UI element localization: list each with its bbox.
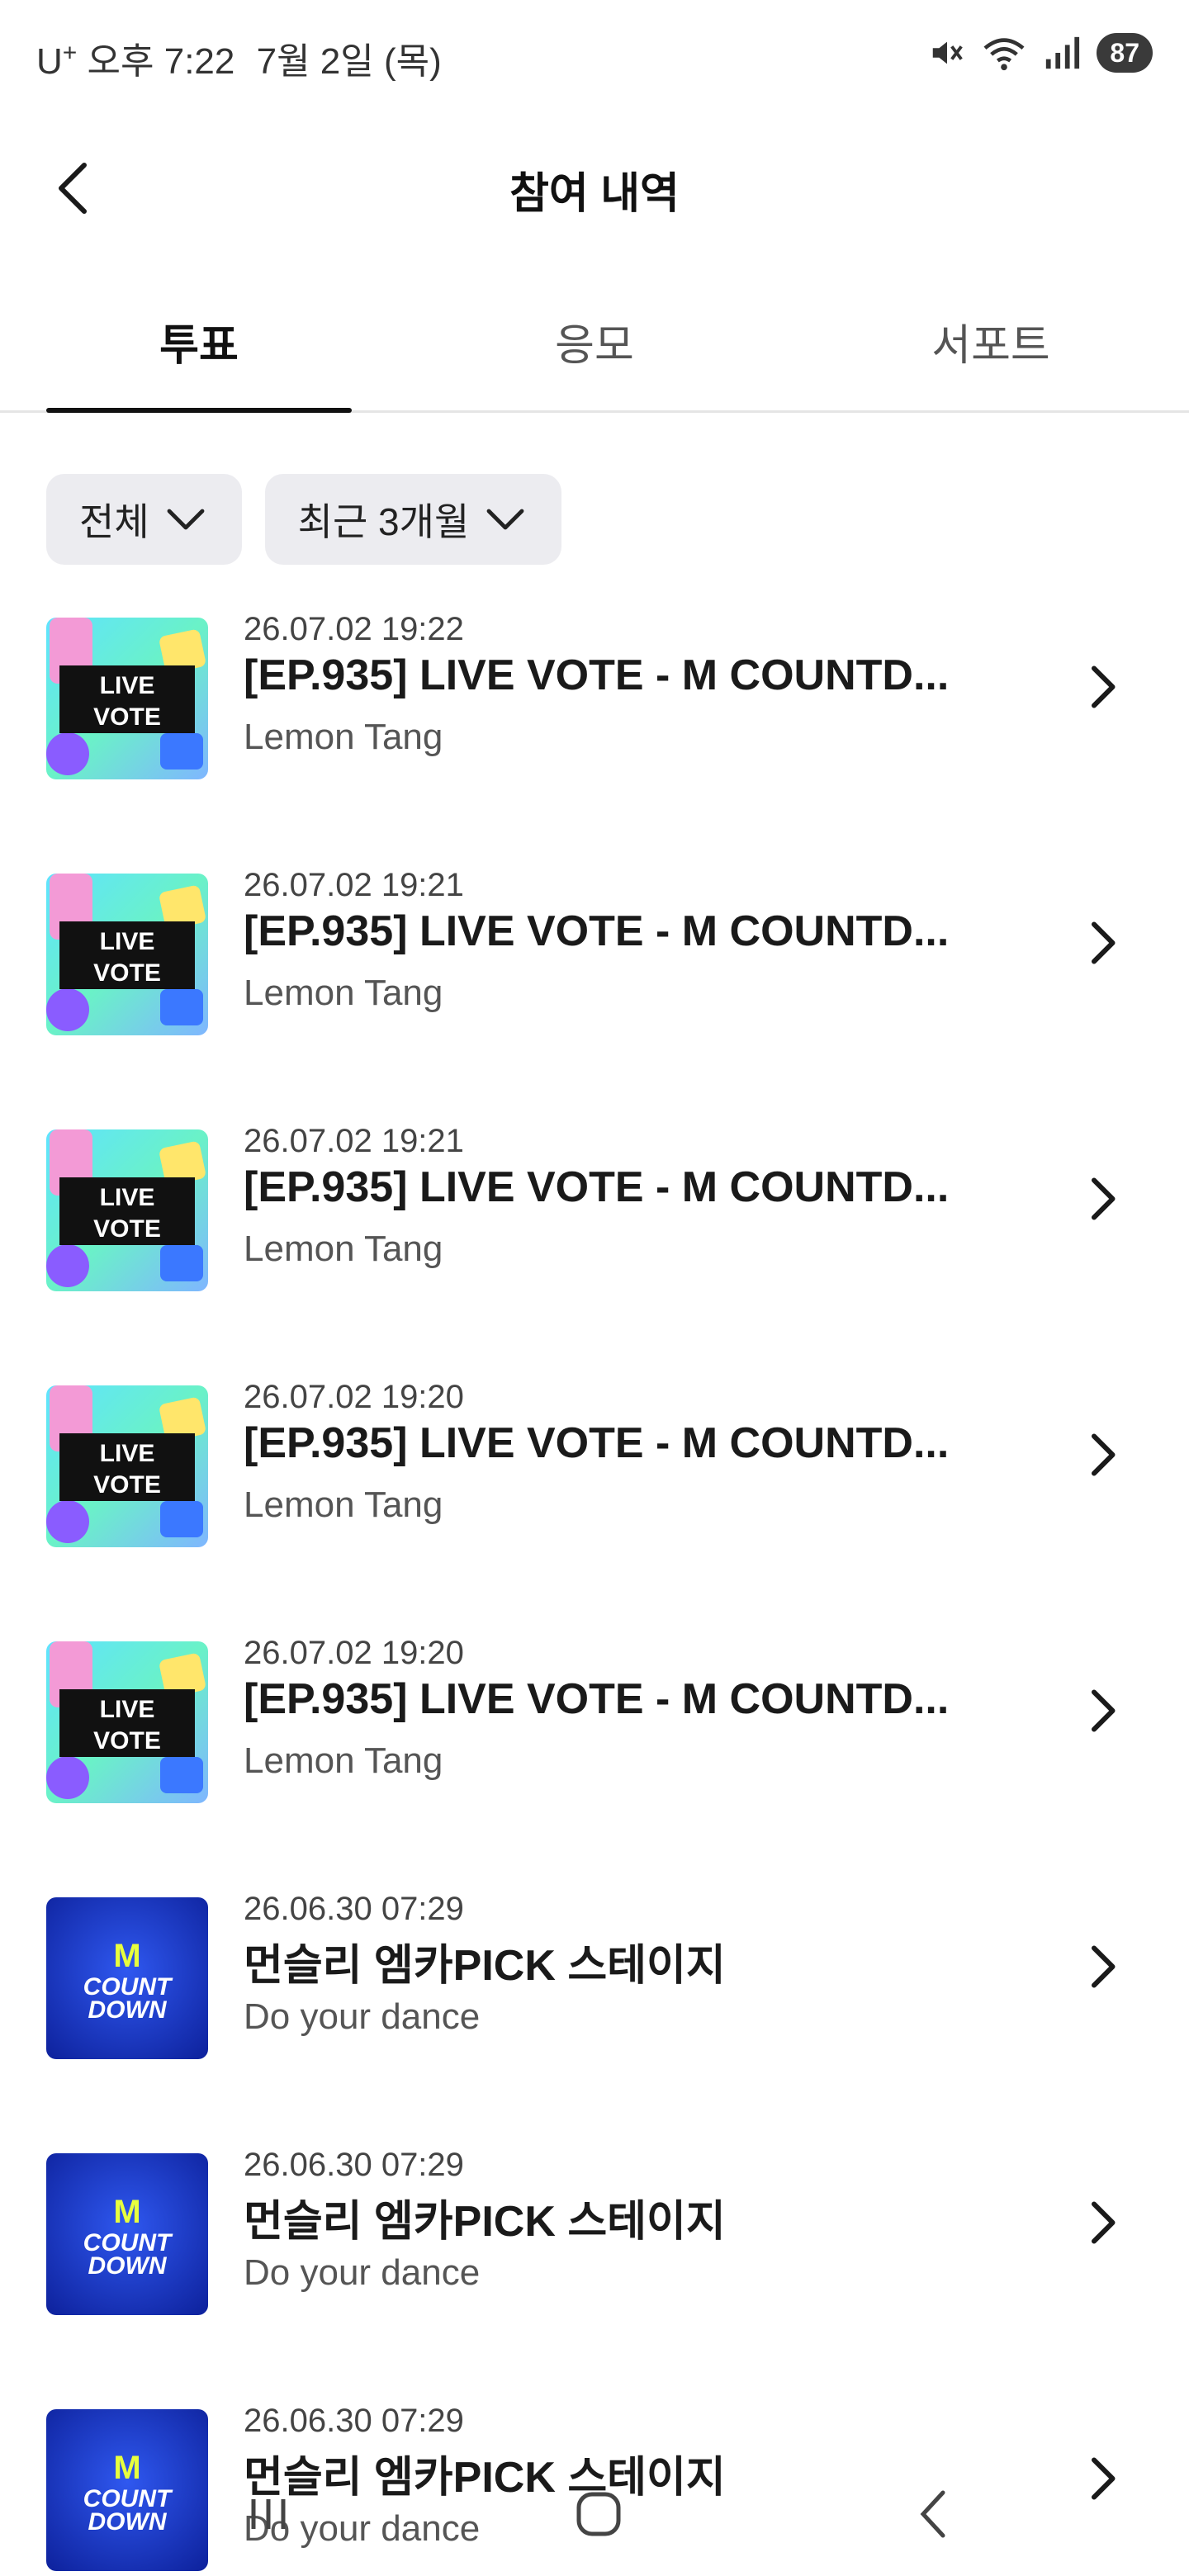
live-vote-thumbnail: LIVE VOTE [46,1385,208,1547]
list-item[interactable]: LIVE VOTE 26.07.02 19:22 [EP.935] LIVE VO… [0,611,1189,801]
item-date: 26.06.30 07:29 [244,1891,464,1927]
thumbnail-text: M [113,1938,140,1974]
thumbnail-text: LIVE [100,1184,155,1211]
filter-bar: 전체 최근 3개월 [46,474,562,565]
wifi-icon [983,38,1025,71]
thumbnail-text: LIVE [100,1696,155,1723]
item-title: [EP.935] LIVE VOTE - M COUNTD... [244,1419,950,1467]
item-subtitle: Do your dance [244,2252,481,2293]
item-subtitle: Lemon Tang [244,1485,443,1525]
filter-type-dropdown[interactable]: 전체 [46,474,242,565]
list-item[interactable]: LIVE VOTE 26.07.02 19:20 [EP.935] LIVE VO… [0,1379,1189,1569]
filter-period-label: 최근 3개월 [297,500,470,543]
chevron-right-icon[interactable] [1082,1686,1123,1735]
item-title: [EP.935] LIVE VOTE - M COUNTD... [244,907,950,955]
chevron-right-icon[interactable] [1082,2198,1123,2247]
chevron-down-icon [486,509,524,530]
chevron-down-icon [167,509,205,530]
item-title: 먼슬리 엠카PICK 스테이지 [244,2198,726,2246]
list-item[interactable]: LIVE VOTE 26.07.02 19:20 [EP.935] LIVE VO… [0,1635,1189,1825]
m-countdown-thumbnail: M COUNT DOWN [46,2153,208,2315]
filter-period-dropdown[interactable]: 최근 3개월 [264,474,562,565]
recent-apps-button[interactable] [231,2477,306,2551]
item-date: 26.07.02 19:21 [244,867,464,903]
recent-apps-icon [251,2499,286,2529]
chevron-right-icon[interactable] [1082,1174,1123,1224]
home-icon [576,2492,621,2536]
nav-back-icon [920,2490,945,2538]
item-subtitle: Lemon Tang [244,973,443,1013]
m-countdown-thumbnail: M COUNT DOWN [46,1897,208,2059]
list-item[interactable]: LIVE VOTE 26.07.02 19:21 [EP.935] LIVE VO… [0,1123,1189,1313]
item-title: 먼슬리 엠카PICK 스테이지 [244,1942,726,1990]
list-item[interactable]: M COUNT DOWN 26.06.30 07:29 먼슬리 엠카PICK 스테… [0,2147,1189,2337]
thumbnail-text: LIVE [100,1440,155,1467]
item-title: [EP.935] LIVE VOTE - M COUNTD... [244,1163,950,1211]
chevron-right-icon[interactable] [1082,918,1123,968]
live-vote-thumbnail: LIVE VOTE [46,1641,208,1803]
thumbnail-text: M [113,2194,140,2230]
thumbnail-text: DOWN [88,2252,168,2280]
item-subtitle: Do your dance [244,1996,481,2037]
status-date: 7월 2일 (목) [256,41,442,82]
chevron-right-icon[interactable] [1082,1942,1123,1991]
mute-icon [933,41,964,64]
status-time: 오후 7:22 [87,41,235,82]
item-date: 26.06.30 07:29 [244,2403,464,2439]
tab-indicator [46,408,352,413]
item-date: 26.07.02 19:21 [244,1123,464,1159]
tab-bar: 투표 응모 서포트 [0,281,1189,413]
tab-entry[interactable]: 응모 [442,310,747,372]
item-subtitle: Lemon Tang [244,1229,443,1269]
live-vote-thumbnail: LIVE VOTE [46,618,208,779]
thumbnail-text: VOTE [93,959,161,987]
thumbnail-text: DOWN [88,1996,168,2024]
signal-icon [1046,36,1080,69]
header: 참여 내역 [0,132,1189,239]
filter-type-label: 전체 [79,500,149,543]
thumbnail-text: LIVE [100,672,155,699]
thumbnail-text: VOTE [93,1215,161,1243]
list-item[interactable]: LIVE VOTE 26.07.02 19:21 [EP.935] LIVE VO… [0,867,1189,1057]
item-date: 26.07.02 19:20 [244,1635,464,1671]
item-title: [EP.935] LIVE VOTE - M COUNTD... [244,651,950,699]
home-button[interactable] [561,2477,636,2551]
thumbnail-text: VOTE [93,703,161,731]
status-left: U+ 오후 7:22 7월 2일 (목) [36,31,442,84]
thumbnail-text: VOTE [93,1727,161,1754]
status-bar: U+ 오후 7:22 7월 2일 (목) 87 [0,0,1189,107]
live-vote-thumbnail: LIVE VOTE [46,874,208,1035]
carrier: U+ [36,39,78,82]
tab-support[interactable]: 서포트 [838,310,1144,372]
status-right: 87 [928,33,1153,73]
thumbnail-text: VOTE [93,1471,161,1499]
item-subtitle: Lemon Tang [244,717,443,757]
item-title: [EP.935] LIVE VOTE - M COUNTD... [244,1675,950,1723]
item-date: 26.06.30 07:29 [244,2147,464,2183]
tab-vote[interactable]: 투표 [46,310,352,372]
system-nav-bar [0,2469,1189,2559]
live-vote-thumbnail: LIVE VOTE [46,1129,208,1291]
item-date: 26.07.02 19:22 [244,611,464,647]
chevron-right-icon[interactable] [1082,662,1123,712]
thumbnail-text: LIVE [100,928,155,955]
list-item[interactable]: M COUNT DOWN 26.06.30 07:29 먼슬리 엠카PICK 스테… [0,1891,1189,2081]
item-subtitle: Lemon Tang [244,1740,443,1781]
chevron-right-icon[interactable] [1082,1430,1123,1480]
page-title: 참여 내역 [509,170,680,218]
item-date: 26.07.02 19:20 [244,1379,464,1415]
nav-back-button[interactable] [896,2477,970,2551]
battery-indicator: 87 [1097,33,1153,73]
